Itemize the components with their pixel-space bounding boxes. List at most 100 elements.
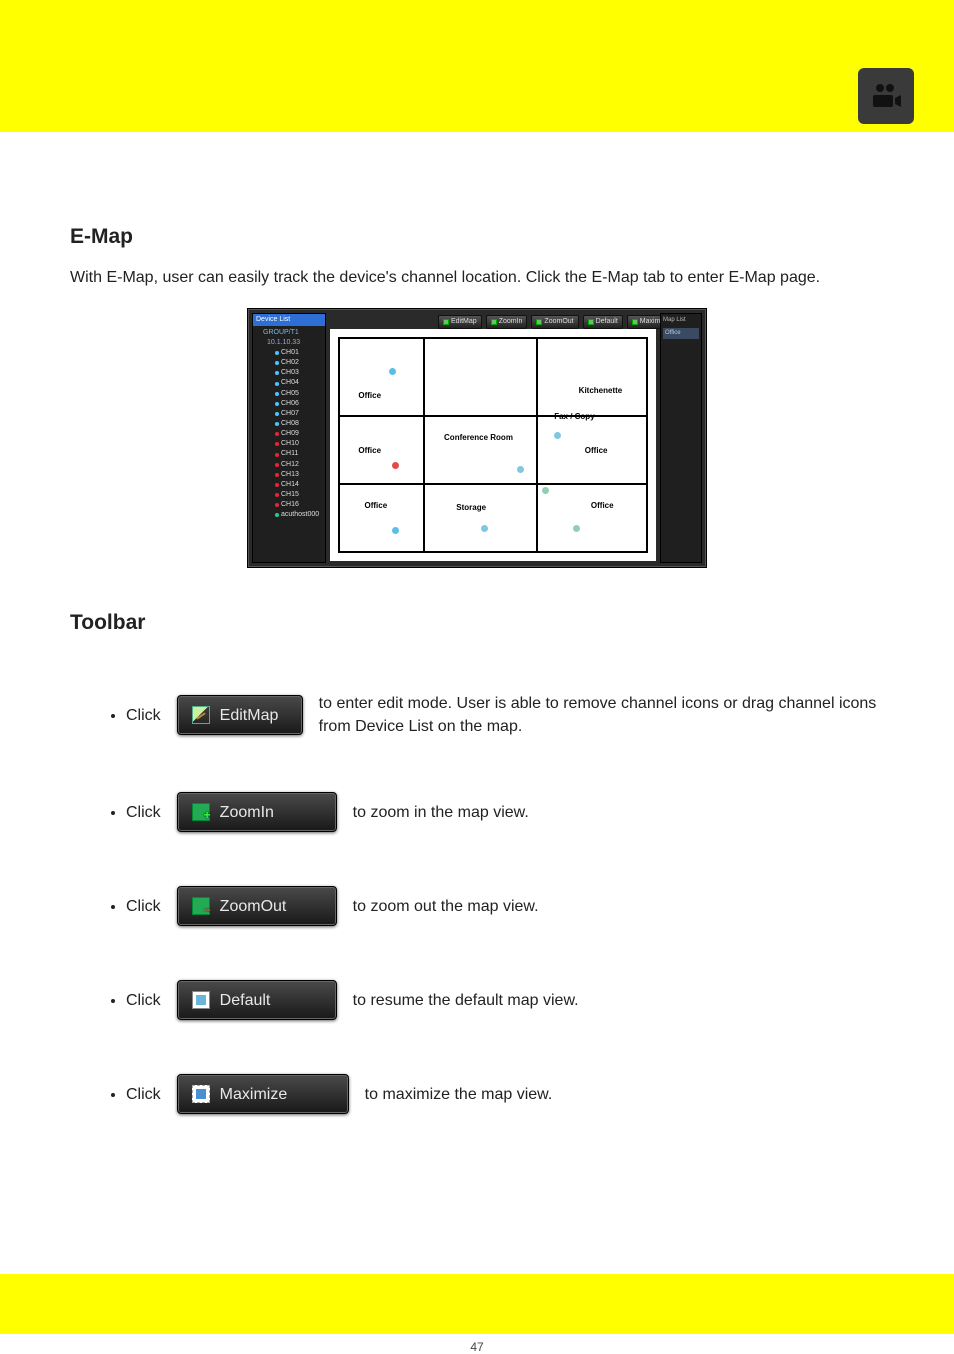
editmap-desc-after: to enter edit mode. User is able to remo… bbox=[319, 692, 884, 738]
channel-status-icon bbox=[275, 351, 279, 355]
tree-channel: CH05 bbox=[257, 389, 325, 399]
tree-channel: CH04 bbox=[257, 378, 325, 388]
map-list-title: Map List bbox=[663, 316, 699, 325]
zoomout-desc-before: Click bbox=[126, 895, 161, 918]
tree-channel: CH06 bbox=[257, 399, 325, 409]
floorplan-canvas: Office Office Office Conference Room Storage… bbox=[330, 329, 656, 561]
tree-channel: CH16 bbox=[257, 500, 325, 510]
maximize-desc-before: Click bbox=[126, 1083, 161, 1106]
leaf-label: acuthost000 bbox=[281, 510, 319, 520]
tree-channel: CH08 bbox=[257, 419, 325, 429]
tree-channel: CH07 bbox=[257, 409, 325, 419]
channel-status-icon bbox=[275, 463, 279, 467]
channel-label: CH13 bbox=[281, 470, 299, 480]
zoomin-button[interactable]: ZoomIn bbox=[177, 792, 337, 832]
channel-status-icon bbox=[275, 493, 279, 497]
footer-band bbox=[0, 1274, 954, 1334]
tree-channel: CH15 bbox=[257, 490, 325, 500]
tree-dvr: 10.1.10.33 bbox=[257, 338, 325, 348]
device-list-heading: Device List bbox=[253, 314, 325, 326]
channel-label: CH09 bbox=[281, 429, 299, 439]
channel-status-icon bbox=[275, 371, 279, 375]
channel-label: CH16 bbox=[281, 500, 299, 510]
default-view-icon bbox=[192, 991, 210, 1009]
editmap-desc-before: Click bbox=[126, 704, 161, 727]
page-number: 47 bbox=[0, 1340, 954, 1354]
map-list-item: Office bbox=[663, 328, 699, 339]
room-label: Conference Room bbox=[444, 432, 513, 444]
map-list-panel: Map List Office bbox=[660, 313, 702, 563]
room-label: Office bbox=[585, 445, 608, 457]
channel-label: CH10 bbox=[281, 439, 299, 449]
tree-channel: CH14 bbox=[257, 480, 325, 490]
mini-zoomout-button: ZoomOut bbox=[531, 315, 578, 329]
channel-label: CH12 bbox=[281, 460, 299, 470]
mini-editmap-button: EditMap bbox=[438, 315, 482, 329]
camera-icon bbox=[389, 368, 396, 375]
zoomin-button-label: ZoomIn bbox=[220, 801, 274, 824]
channel-status-icon bbox=[275, 432, 279, 436]
room-label: Storage bbox=[456, 502, 486, 514]
maximize-icon bbox=[192, 1085, 210, 1103]
channel-label: CH14 bbox=[281, 480, 299, 490]
zoomin-desc-after: to zoom in the map view. bbox=[353, 801, 529, 824]
channel-label: CH11 bbox=[281, 449, 298, 459]
channel-label: CH04 bbox=[281, 378, 299, 388]
room-label: Office bbox=[591, 500, 614, 512]
camera-icon bbox=[392, 527, 399, 534]
channel-status-icon bbox=[275, 361, 279, 365]
mini-default-button: Default bbox=[583, 315, 623, 329]
camera-icon bbox=[554, 432, 561, 439]
emap-screenshot: EditMap ZoomIn ZoomOut Default Maximize … bbox=[247, 308, 707, 568]
section-heading-emap: E-Map bbox=[70, 222, 884, 252]
tree-channel: CH03 bbox=[257, 368, 325, 378]
camera-icon bbox=[481, 525, 488, 532]
tree-channel: CH02 bbox=[257, 358, 325, 368]
channel-status-icon bbox=[275, 412, 279, 416]
leaf-status-icon bbox=[275, 513, 279, 517]
tree-root: GROUP/T1 bbox=[257, 328, 325, 338]
tree-channel: CH10 bbox=[257, 439, 325, 449]
channel-label: CH08 bbox=[281, 419, 299, 429]
maximize-desc-after: to maximize the map view. bbox=[365, 1083, 553, 1106]
camcorder-icon bbox=[858, 68, 914, 124]
tree-leaf: acuthost000 bbox=[257, 510, 325, 520]
channel-status-icon bbox=[275, 503, 279, 507]
section-heading-toolbar: Toolbar bbox=[70, 608, 884, 638]
channel-status-icon bbox=[275, 392, 279, 396]
mini-zoomin-button: ZoomIn bbox=[486, 315, 528, 329]
maximize-button[interactable]: Maximize bbox=[177, 1074, 349, 1114]
default-button[interactable]: Default bbox=[177, 980, 337, 1020]
tree-channel: CH01 bbox=[257, 348, 325, 358]
channel-label: CH15 bbox=[281, 490, 299, 500]
camera-icon bbox=[517, 466, 524, 473]
channel-label: CH02 bbox=[281, 358, 299, 368]
default-desc-after: to resume the default map view. bbox=[353, 989, 579, 1012]
screenshot-toolbar: EditMap ZoomIn ZoomOut Default Maximize bbox=[438, 315, 674, 329]
channel-label: CH03 bbox=[281, 368, 299, 378]
tree-channel: CH11 bbox=[257, 449, 325, 459]
edit-icon bbox=[192, 706, 210, 724]
maximize-button-label: Maximize bbox=[220, 1083, 288, 1106]
room-label: Fax / Copy bbox=[554, 411, 594, 423]
channel-status-icon bbox=[275, 422, 279, 426]
channel-label: CH05 bbox=[281, 389, 299, 399]
default-button-label: Default bbox=[220, 989, 271, 1012]
zoomout-button[interactable]: ZoomOut bbox=[177, 886, 337, 926]
channel-label: CH07 bbox=[281, 409, 299, 419]
editmap-button-label: EditMap bbox=[220, 704, 279, 727]
room-label: Office bbox=[358, 390, 381, 402]
camera-icon bbox=[392, 462, 399, 469]
header-band bbox=[0, 0, 954, 132]
editmap-button[interactable]: EditMap bbox=[177, 695, 303, 735]
camera-icon bbox=[573, 525, 580, 532]
camera-icon bbox=[542, 487, 549, 494]
room-label: Office bbox=[358, 445, 381, 457]
intro-paragraph: With E-Map, user can easily track the de… bbox=[70, 266, 884, 289]
room-label: Office bbox=[364, 500, 387, 512]
device-list-panel: Device List GROUP/T110.1.10.33CH01CH02CH… bbox=[252, 313, 326, 563]
zoom-in-icon bbox=[192, 803, 210, 821]
zoomout-button-label: ZoomOut bbox=[220, 895, 287, 918]
room-label: Kitchenette bbox=[579, 385, 623, 397]
default-desc-before: Click bbox=[126, 989, 161, 1012]
